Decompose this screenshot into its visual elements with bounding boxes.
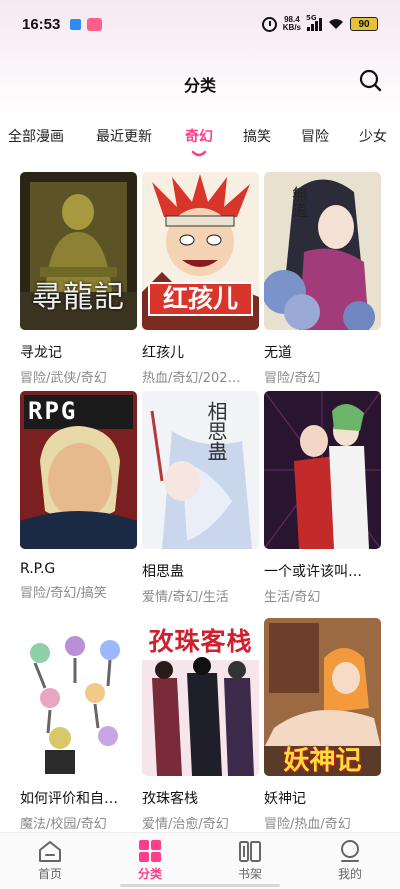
home-icon xyxy=(39,841,61,862)
cover-title-text: 红孩儿 xyxy=(148,282,253,316)
cover-title-text: 相思蛊 xyxy=(204,401,228,461)
comic-cover[interactable] xyxy=(264,391,381,549)
comic-cover[interactable]: 相思蛊 xyxy=(142,391,259,549)
network-speed-unit: KB/s xyxy=(282,23,301,32)
comic-tags: 热血/奇幻/202… xyxy=(142,371,241,386)
comic-card[interactable]: 红孩儿 红孩儿 热血/奇幻/202… xyxy=(142,172,259,386)
comic-tags: 冒险/热血/奇幻 xyxy=(264,817,351,832)
comic-card[interactable]: 孜珠客栈 孜珠客栈 爱情/治愈/奇幻 xyxy=(142,618,259,832)
comic-tags: 爱情/治愈/奇幻 xyxy=(142,817,229,832)
comic-title: 无道 xyxy=(264,345,292,361)
nav-bookshelf[interactable]: 书架 xyxy=(200,833,300,889)
comic-card[interactable]: 如何评价和自… 魔法/校园/奇幻 xyxy=(20,618,137,832)
comic-tags: 冒险/奇幻 xyxy=(264,371,321,386)
nav-bookshelf-label: 书架 xyxy=(237,867,262,881)
cover-title-text: RPG xyxy=(28,397,78,425)
profile-icon xyxy=(341,840,359,862)
nav-category[interactable]: 分类 xyxy=(100,833,200,889)
network-speed: 98.4 KB/s xyxy=(283,16,301,32)
comic-card[interactable]: 無道 无道 冒险/奇幻 xyxy=(264,172,381,386)
wifi-icon xyxy=(329,19,343,29)
comic-tags: 魔法/校园/奇幻 xyxy=(20,817,107,832)
tab-fantasy[interactable]: 奇幻 xyxy=(185,126,213,146)
nav-profile-label: 我的 xyxy=(337,867,362,881)
signal-icon: 5G xyxy=(306,14,322,31)
nav-profile[interactable]: 我的 xyxy=(300,833,400,889)
battery-icon: 90 xyxy=(350,17,378,31)
tab-shoujo[interactable]: 少女 xyxy=(359,126,387,146)
bookshelf-icon xyxy=(239,841,261,862)
comic-title: 孜珠客栈 xyxy=(142,791,198,807)
cover-title-text: 孜珠客栈 xyxy=(148,627,253,656)
nav-home[interactable]: 首页 xyxy=(0,833,100,889)
comic-cover[interactable]: 红孩儿 xyxy=(142,172,259,330)
nav-home-label: 首页 xyxy=(37,867,62,881)
comic-cover[interactable]: 妖神记 xyxy=(264,618,381,776)
comic-card[interactable]: 尋龍記 寻龙记 冒险/武侠/奇幻 xyxy=(20,172,137,386)
status-time: 16:53 xyxy=(22,15,61,33)
category-tabs: 全部漫画 最近更新 奇幻 搞笑 冒险 少女 xyxy=(0,118,400,164)
notification-app-icon xyxy=(70,18,82,30)
tab-recent-updates[interactable]: 最近更新 xyxy=(96,126,152,146)
comic-cover[interactable]: 無道 xyxy=(264,172,381,330)
tab-all-comics[interactable]: 全部漫画 xyxy=(8,126,64,146)
cover-title-text: 尋龍記 xyxy=(32,280,125,315)
nav-category-label: 分类 xyxy=(137,867,162,881)
comic-title: R.P.G xyxy=(20,561,56,577)
comic-card[interactable]: 相思蛊 相思蛊 爱情/奇幻/生活 xyxy=(142,391,259,605)
home-indicator[interactable] xyxy=(120,884,280,887)
grid-icon xyxy=(139,840,161,862)
comic-tags: 生活/奇幻 xyxy=(264,590,321,605)
status-bar: 16:53 98.4 KB/s 5G 90 xyxy=(0,0,400,48)
cover-title-text: 妖神记 xyxy=(283,746,362,776)
tab-comedy[interactable]: 搞笑 xyxy=(243,126,271,146)
tab-adventure[interactable]: 冒险 xyxy=(301,126,329,146)
comic-cover[interactable] xyxy=(20,618,137,776)
bottom-navigation: 首页 分类 书架 我的 xyxy=(0,832,400,889)
signal-type: 5G xyxy=(306,13,317,22)
comic-tags: 冒险/奇幻/搞笑 xyxy=(20,586,107,601)
comic-tags: 冒险/武侠/奇幻 xyxy=(20,371,107,386)
comic-cover[interactable]: 孜珠客栈 xyxy=(142,618,259,776)
comic-tags: 爱情/奇幻/生活 xyxy=(142,590,229,605)
active-tab-indicator xyxy=(191,150,207,157)
comic-title: 如何评价和自… xyxy=(20,791,118,807)
comic-card[interactable]: RPG R.P.G 冒险/奇幻/搞笑 xyxy=(20,391,137,601)
comic-title: 相思蛊 xyxy=(142,564,184,580)
comic-title: 一个或许该叫… xyxy=(264,564,362,580)
comic-title: 寻龙记 xyxy=(20,345,62,361)
search-button[interactable] xyxy=(356,66,386,96)
comic-cover[interactable]: 尋龍記 xyxy=(20,172,137,330)
comic-cover[interactable]: RPG xyxy=(20,391,137,549)
comic-card[interactable]: 一个或许该叫… 生活/奇幻 xyxy=(264,391,381,605)
page-title: 分类 xyxy=(183,76,216,95)
comic-title: 妖神记 xyxy=(264,791,306,807)
comic-title: 红孩儿 xyxy=(142,345,184,361)
search-icon xyxy=(359,69,382,92)
alarm-icon xyxy=(261,16,277,32)
notification-app-icon xyxy=(87,17,103,31)
cover-title-text: 無道 xyxy=(289,186,308,218)
comic-card[interactable]: 妖神记 妖神记 冒险/热血/奇幻 xyxy=(264,618,381,832)
top-app-bar: 分类 xyxy=(0,62,400,102)
